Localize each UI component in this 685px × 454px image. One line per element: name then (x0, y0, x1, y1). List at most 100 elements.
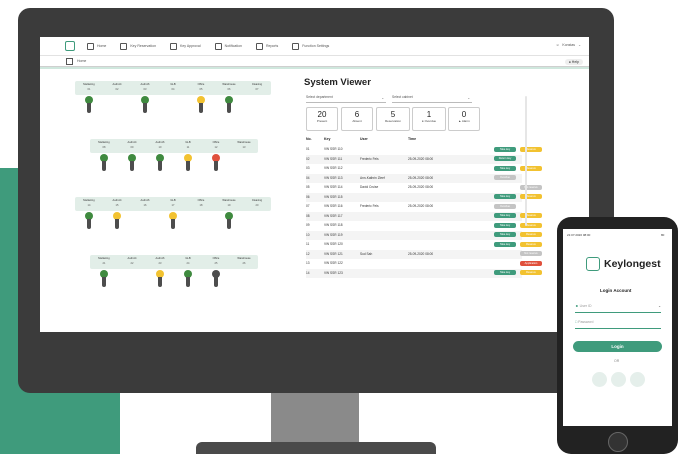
cabinet-slot-number: 10 (158, 146, 162, 149)
app-logo-icon[interactable] (65, 41, 75, 51)
stat-value: 1 (426, 110, 432, 119)
user-menu[interactable]: ☺ Konstas ⌄ (556, 43, 581, 47)
nav-key-reservation[interactable]: Key Reservation (120, 42, 157, 50)
row-key: VW SSR 111 (324, 156, 343, 161)
row-action-button[interactable]: Take key (494, 222, 516, 228)
row-action-button[interactable]: Overdue (494, 175, 516, 180)
cabinet-slot-label: Office (197, 83, 205, 86)
row-key: VW SSR 115 (324, 194, 343, 199)
row-reserve-button[interactable]: Reserve (520, 146, 542, 152)
cabinet-slot-number: 19 (227, 204, 231, 207)
cabinet-slot-number: 05 (199, 88, 203, 91)
department-select[interactable]: Select department ⌄ (306, 95, 386, 103)
phone-home-button[interactable] (608, 432, 628, 452)
row-time: 25-09-2020 08:00 (408, 185, 434, 189)
row-reserve-button[interactable]: Reserve (520, 232, 542, 237)
cabinet-slot-label: Audi A4 (112, 83, 122, 86)
table-row[interactable]: 04 VW SSR 113 Ann-Kathrin Zleef 25-09-2020 … (306, 173, 522, 183)
key-body (87, 103, 91, 113)
key-body (199, 103, 203, 113)
cabinet-slot-label: Marketing (98, 141, 110, 144)
row-action-button[interactable]: Take key (494, 194, 516, 199)
password-placeholder: Password (578, 320, 594, 324)
row-reserve-button[interactable]: Not reserve (520, 251, 542, 256)
row-no: 09 (306, 223, 310, 227)
row-action-button[interactable]: Take key (494, 213, 516, 218)
row-reserve-button[interactable]: Application (520, 260, 542, 266)
chevron-down-icon: ⌄ (381, 96, 384, 100)
id-card-icon[interactable] (630, 372, 645, 387)
table-row[interactable]: 01 VW SSR 110 Take key Reserve (306, 145, 542, 154)
cabinet-slot-number: 22 (130, 262, 134, 265)
row-reserve-button[interactable]: Reserve (520, 194, 542, 199)
row-reserve-button[interactable]: Reserve (520, 270, 542, 275)
key-body (102, 161, 106, 171)
key-body (227, 219, 231, 229)
cabinet-slot-number: 13 (242, 146, 246, 149)
table-row[interactable]: 12 VW SSR 121 Sud Sah 25-09-2020 08:00 Not r… (306, 249, 542, 259)
cabinet-slot-label: Office (212, 257, 220, 260)
column-header-key: Key (324, 137, 331, 141)
cabinet-slot-number: 09 (130, 146, 134, 149)
table-row[interactable]: 13 VW SSR 122 Application (306, 259, 542, 268)
row-action-button[interactable]: Return key (494, 156, 516, 161)
row-key: VW SSR 122 (324, 261, 343, 265)
cabinet-select[interactable]: Select cabinet ⌄ (392, 95, 472, 103)
row-user: David Cruise (360, 185, 379, 189)
row-action-button[interactable]: Take key (494, 232, 516, 237)
bell-icon (214, 42, 222, 50)
nav-notification[interactable]: Notification (214, 42, 242, 50)
row-action-button[interactable]: Take key (494, 270, 516, 275)
cabinet-slot-label: Office (212, 141, 220, 144)
nav-key-approval[interactable]: Key Approval (170, 42, 201, 50)
key-body (130, 161, 134, 171)
row-no: 04 (306, 175, 310, 180)
row-key: VW SSR 112 (324, 166, 343, 170)
home-icon[interactable] (66, 57, 73, 65)
top-navigation: Home Key Reservation Key Approval Notifi… (40, 37, 589, 56)
key-body (186, 161, 190, 171)
breadcrumb-home[interactable]: Home (77, 59, 86, 63)
monitor-stand-neck (271, 393, 359, 445)
key-cabinet (90, 255, 258, 269)
nav-reports[interactable]: Reports (255, 42, 278, 50)
table-scrollbar[interactable] (525, 96, 527, 226)
fingerprint-icon[interactable] (611, 372, 626, 387)
row-key: VW SSR 118 (324, 223, 343, 227)
row-action-button[interactable]: Take key (494, 165, 516, 171)
table-row[interactable]: 14 VW SSR 123 Take key Reserve (306, 268, 542, 278)
table-row[interactable]: 08 VW SSR 117 Take key Reserve (306, 211, 542, 221)
cabinet-slot-number: 11 (186, 146, 190, 149)
login-button[interactable]: Login (573, 341, 662, 352)
table-row[interactable]: 09 VW SSR 118 Take key Reserve (306, 221, 542, 230)
nav-function-settings[interactable]: Function Settings (292, 42, 329, 50)
cabinet-slot-number: 07 (255, 88, 259, 91)
table-row[interactable]: 03 VW SSR 112 Take key Reserve (306, 164, 542, 173)
table-row[interactable]: 10 VW SSR 119 Take key Reserve (306, 230, 542, 240)
help-button[interactable]: ● Help (564, 59, 583, 65)
table-row[interactable]: 02 VW SSR 111 Frederic Fels 25-09-2020 08:0… (306, 154, 522, 164)
row-action-button[interactable]: Take key (494, 146, 516, 152)
nav-home[interactable]: Home (87, 42, 106, 50)
table-row[interactable]: 11 VW SSR 120 Take key Reserve (306, 240, 542, 249)
user-id-field[interactable]: ☻ User ID ⌄ (575, 304, 661, 313)
row-reserve-button[interactable]: Reserve (520, 241, 542, 247)
row-action-button[interactable]: Overdue (494, 203, 516, 209)
key-body (227, 103, 231, 113)
password-field[interactable]: □ Password (575, 320, 661, 329)
table-row[interactable]: 05 VW SSR 114 David Cruise 25-09-2020 08:00… (306, 183, 542, 192)
table-row[interactable]: 07 VW SSR 116 Frederic Fels 25-09-2020 08:0… (306, 202, 522, 211)
nav-label: Key Reservation (130, 44, 157, 48)
face-id-icon[interactable] (592, 372, 607, 387)
key-body (171, 219, 175, 229)
row-no: 05 (306, 185, 310, 189)
table-row[interactable]: 06 VW SSR 115 Take key Reserve (306, 192, 542, 202)
row-reserve-button[interactable]: Reserve (520, 222, 542, 228)
cabinet-slot-number: 15 (115, 204, 119, 207)
cabinet-select-value: Select cabinet (392, 95, 413, 99)
stat-label: Absent (352, 119, 362, 123)
row-reserve-button[interactable]: Reserve (520, 213, 542, 218)
row-reserve-button[interactable]: Reserve (520, 165, 542, 171)
row-action-button[interactable]: Take key (494, 241, 516, 247)
row-reserve-button[interactable]: Not reserve (520, 184, 542, 190)
